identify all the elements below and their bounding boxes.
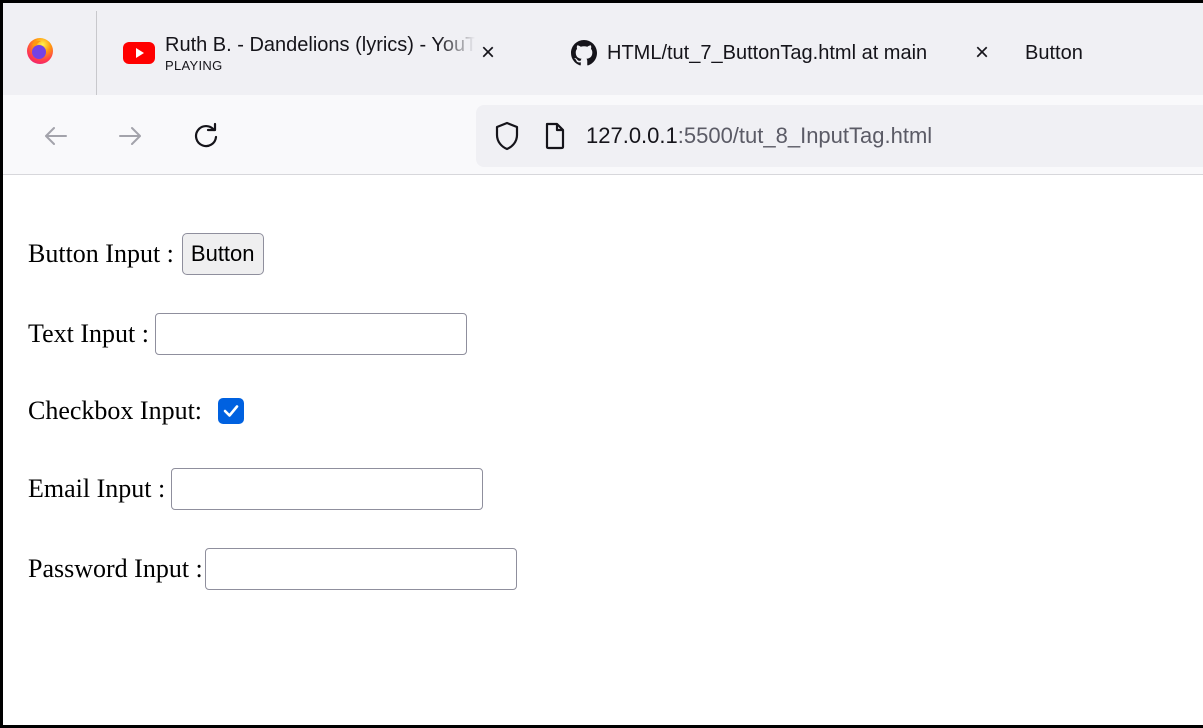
checkbox-input-row: Checkbox Input: bbox=[28, 389, 245, 433]
back-button[interactable] bbox=[39, 119, 73, 153]
tab-title: Ruth B. - Dandelions (lyrics) - YouTube bbox=[165, 33, 475, 56]
forward-arrow-icon bbox=[119, 127, 141, 145]
button-input-label: Button Input : bbox=[28, 239, 174, 268]
password-input-row: Password Input : bbox=[28, 547, 517, 591]
close-tab-icon[interactable]: × bbox=[481, 41, 495, 65]
tab-playing-label: PLAYING bbox=[165, 57, 223, 73]
firefox-logo-icon[interactable] bbox=[25, 36, 55, 66]
tab-title: HTML/tut_7_ButtonTag.html at main bbox=[607, 41, 928, 64]
shield-icon[interactable] bbox=[494, 121, 520, 151]
tab-title: Button bbox=[1025, 41, 1083, 64]
navigation-bar: 127.0.0.1:5500/tut_8_InputTag.html bbox=[3, 95, 1203, 175]
text-input-label: Text Input : bbox=[28, 319, 149, 348]
text-input-row: Text Input : bbox=[28, 312, 467, 356]
checkbox-input[interactable] bbox=[218, 398, 245, 424]
email-input[interactable] bbox=[171, 468, 484, 510]
browser-window: Ruth B. - Dandelions (lyrics) - YouTube … bbox=[0, 0, 1203, 728]
address-bar[interactable]: 127.0.0.1:5500/tut_8_InputTag.html bbox=[476, 105, 1203, 167]
tab-github[interactable]: HTML/tut_7_ButtonTag.html at main × bbox=[571, 21, 989, 85]
url-path: :5500/tut_8_InputTag.html bbox=[677, 123, 933, 148]
reload-icon bbox=[194, 122, 218, 148]
tab-youtube[interactable]: Ruth B. - Dandelions (lyrics) - YouTube … bbox=[123, 21, 495, 85]
tab-divider bbox=[96, 11, 97, 95]
checkmark-icon bbox=[223, 405, 239, 417]
button-input-row: Button Input : Button bbox=[28, 232, 264, 276]
password-input[interactable] bbox=[204, 548, 517, 590]
page-info-icon[interactable] bbox=[544, 122, 566, 150]
tab-strip: Ruth B. - Dandelions (lyrics) - YouTube … bbox=[3, 3, 1203, 95]
youtube-icon bbox=[123, 42, 155, 64]
forward-button[interactable] bbox=[113, 119, 147, 153]
url-host: 127.0.0.1 bbox=[586, 123, 678, 148]
password-input-label: Password Input : bbox=[28, 554, 203, 583]
button-input[interactable]: Button bbox=[181, 233, 264, 275]
tab-button-page[interactable]: Button bbox=[1025, 21, 1083, 85]
github-icon bbox=[571, 40, 597, 66]
email-input-row: Email Input : bbox=[28, 467, 484, 511]
email-input-label: Email Input : bbox=[28, 474, 166, 503]
back-arrow-icon bbox=[45, 127, 67, 145]
page-content: Button Input : Button Text Input : Check… bbox=[3, 176, 1203, 725]
reload-button[interactable] bbox=[189, 119, 223, 153]
checkbox-input-label: Checkbox Input: bbox=[28, 396, 203, 425]
text-input[interactable] bbox=[154, 313, 467, 355]
url-text[interactable]: 127.0.0.1:5500/tut_8_InputTag.html bbox=[586, 123, 932, 149]
